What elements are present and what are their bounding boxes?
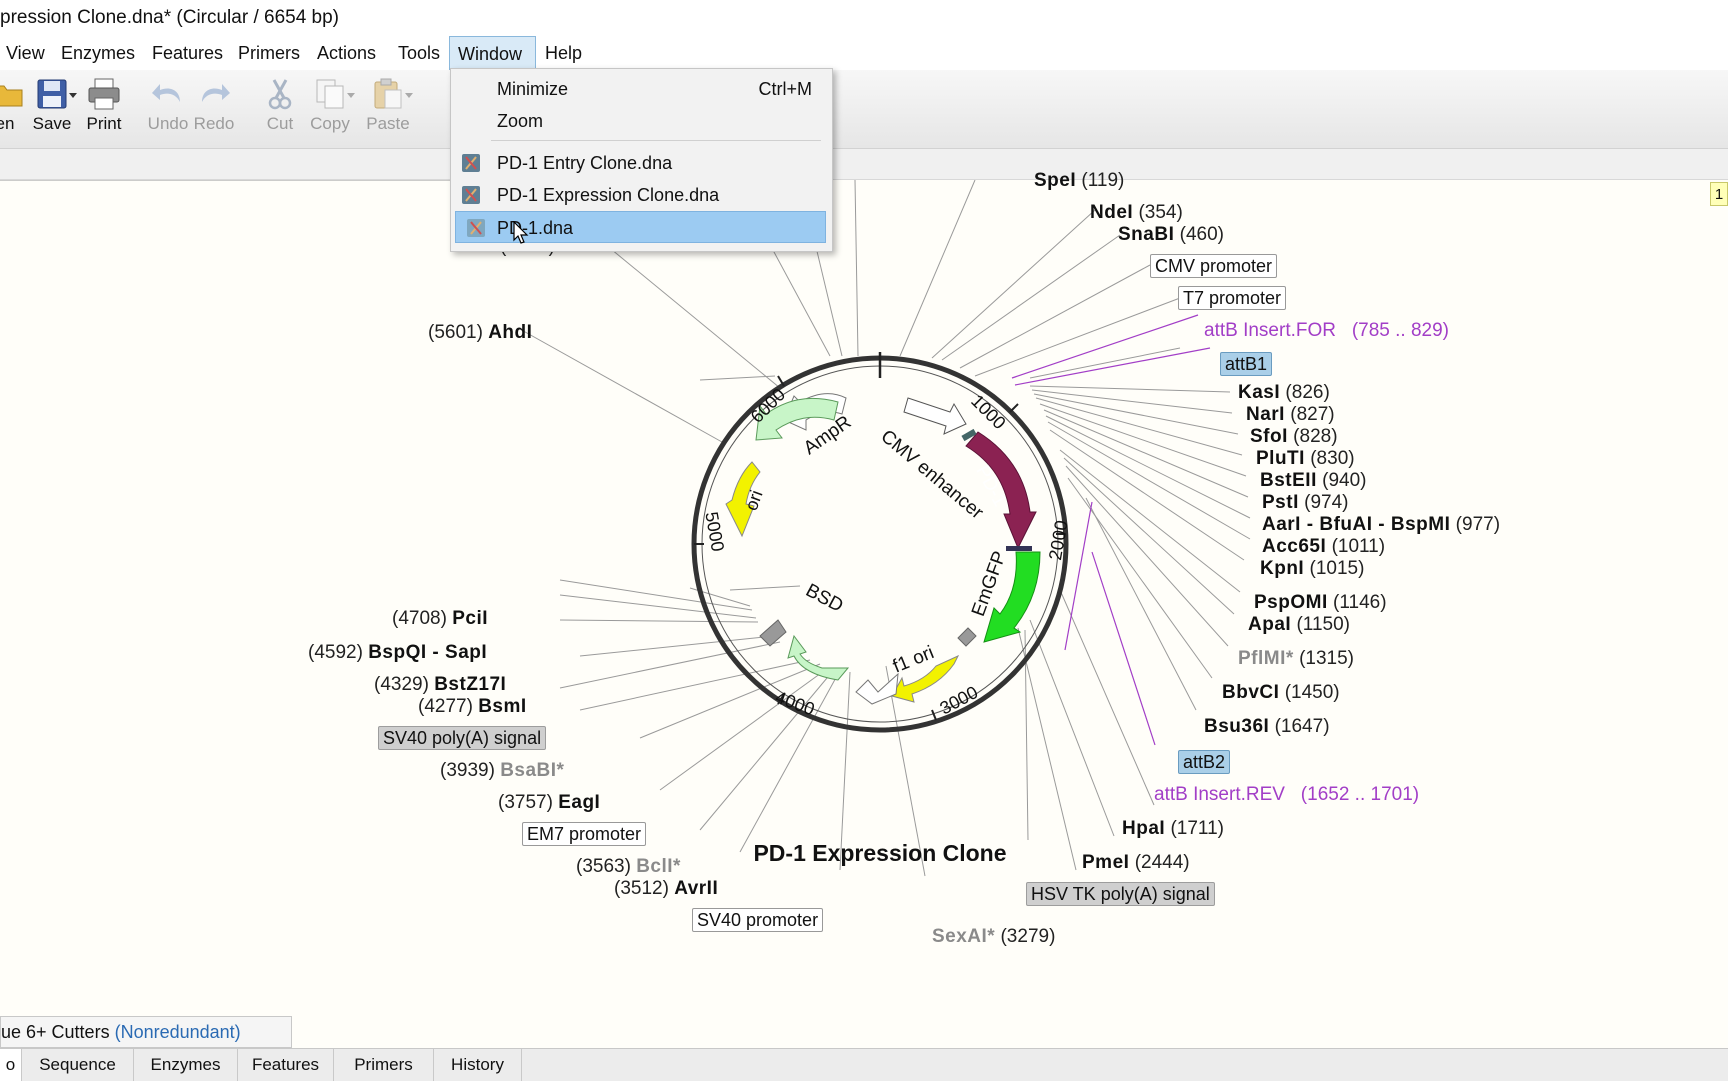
title-bar: pression Clone.dna* (Circular / 6654 bp) <box>0 0 1728 36</box>
paste-dropdown-icon[interactable] <box>404 92 414 100</box>
dna-file-icon <box>462 154 480 172</box>
paste-button[interactable]: Paste <box>364 76 412 134</box>
menu-enzymes[interactable]: Enzymes <box>53 36 143 70</box>
site-kpni[interactable]: KpnI (1015) <box>1260 558 1364 580</box>
site-bbvci[interactable]: BbvCI (1450) <box>1222 682 1340 704</box>
feature-box-attb2[interactable]: attB2 <box>1178 750 1231 774</box>
tab-map[interactable]: o <box>0 1049 22 1081</box>
feature-box-t7-promoter[interactable]: T7 promoter <box>1178 286 1287 310</box>
printer-icon <box>88 78 120 110</box>
menu-item-zoom[interactable]: Zoom <box>451 105 832 137</box>
site-pflmi[interactable]: PflMI* (1315) <box>1238 648 1354 670</box>
undo-button[interactable]: Undo <box>146 76 190 134</box>
plasmid-map[interactable] <box>0 180 1728 1048</box>
site-ahdi[interactable]: (5601) AhdI <box>428 322 532 344</box>
feature-box-hsv-tk-polya[interactable]: HSV TK poly(A) signal <box>1026 882 1215 906</box>
dna-file-icon <box>462 186 480 204</box>
menu-view[interactable]: View <box>0 36 53 70</box>
feature-hsv-box <box>957 627 977 647</box>
feature-box-attb1[interactable]: attB1 <box>1220 352 1273 376</box>
site-bstz17i[interactable]: (4329) BstZ17I <box>374 674 506 696</box>
attb2-marker <box>1006 546 1032 551</box>
copy-dropdown-icon[interactable] <box>346 92 356 100</box>
redo-button[interactable]: Redo <box>192 76 236 134</box>
map-canvas[interactable]: CMV enhancer PD-1 EmGFP f1 ori BSD ori A… <box>0 170 1728 1048</box>
feature-box-sv40-promoter[interactable]: SV40 promoter <box>692 908 824 932</box>
site-snabi[interactable]: SnaBI (460) <box>1118 224 1224 246</box>
site-pcii[interactable]: (4708) PciI <box>392 608 488 630</box>
scissors-icon <box>268 79 292 110</box>
folder-icon <box>0 85 23 107</box>
site-apai[interactable]: ApaI (1150) <box>1248 614 1350 636</box>
tab-primers[interactable]: Primers <box>334 1049 434 1081</box>
site-psti[interactable]: PstI (974) <box>1262 492 1349 514</box>
map-title: PD-1 Expression Clone <box>753 840 1007 866</box>
site-kasi[interactable]: KasI (826) <box>1238 382 1330 404</box>
site-bsteii[interactable]: BstEII (940) <box>1260 470 1367 492</box>
open-button[interactable]: en <box>0 76 23 134</box>
site-acc65i[interactable]: Acc65I (1011) <box>1262 536 1385 558</box>
menu-bar: View Enzymes Features Primers Actions To… <box>0 36 1728 70</box>
menu-window[interactable]: Window <box>449 36 536 70</box>
site-nari[interactable]: NarI (827) <box>1246 404 1335 426</box>
mouse-cursor-icon <box>513 221 529 244</box>
print-button[interactable]: Print <box>82 76 126 134</box>
feature-box-sv40-polya[interactable]: SV40 poly(A) signal <box>378 726 547 750</box>
enzyme-filter-bar[interactable]: ue 6+ Cutters (Nonredundant) <box>0 1016 292 1048</box>
site-sfoi[interactable]: SfoI (828) <box>1250 426 1338 448</box>
menu-item-pd1[interactable]: PD-1.dna <box>455 211 826 243</box>
copy-button[interactable]: Copy <box>308 76 352 134</box>
site-bsu36i[interactable]: Bsu36I (1647) <box>1204 716 1330 738</box>
feature-box-cmv-promoter[interactable]: CMV promoter <box>1150 254 1278 278</box>
site-aari-bfuai-bspmi[interactable]: AarI - BfuAI - BspMI (977) <box>1262 514 1500 536</box>
paste-icon <box>374 78 402 109</box>
redo-icon <box>202 84 230 102</box>
cut-button[interactable]: Cut <box>258 76 302 134</box>
corner-marker: 1 <box>1710 182 1728 206</box>
site-bsabi[interactable]: (3939) BsaBI* <box>440 760 564 782</box>
menu-help[interactable]: Help <box>537 36 590 70</box>
menu-primers[interactable]: Primers <box>230 36 308 70</box>
feature-f1-origin-arrow <box>855 672 899 705</box>
copy-icon <box>316 79 344 109</box>
primer-attb-insert-rev[interactable]: attB Insert.REV (1652 .. 1701) <box>1154 784 1419 806</box>
secondary-toolbar <box>0 149 1728 180</box>
enzyme-filter-mode[interactable]: (Nonredundant) <box>115 1022 241 1042</box>
menu-tools[interactable]: Tools <box>390 36 448 70</box>
tab-sequence[interactable]: Sequence <box>22 1049 134 1081</box>
site-avrii[interactable]: (3512) AvrII <box>614 878 718 900</box>
save-dropdown-icon[interactable] <box>68 92 78 100</box>
feature-em7-box <box>759 619 787 647</box>
window-title: pression Clone.dna* (Circular / 6654 bp) <box>0 7 340 28</box>
site-pluti[interactable]: PluTI (830) <box>1256 448 1355 470</box>
feature-cmv-enhancer[interactable] <box>903 397 967 435</box>
site-hpai[interactable]: HpaI (1711) <box>1122 818 1224 840</box>
menu-features[interactable]: Features <box>144 36 231 70</box>
menu-item-minimize[interactable]: Minimize Ctrl+M <box>451 73 832 105</box>
view-tabs: o Sequence Enzymes Features Primers Hist… <box>0 1048 1728 1081</box>
tab-enzymes[interactable]: Enzymes <box>134 1049 238 1081</box>
site-eagi[interactable]: (3757) EagI <box>498 792 600 814</box>
site-sexai[interactable]: SexAI* (3279) <box>932 926 1055 948</box>
tab-history[interactable]: History <box>434 1049 522 1081</box>
primer-attb-insert-for[interactable]: attB Insert.FOR (785 .. 829) <box>1204 320 1449 342</box>
menu-item-pd1-entry-clone[interactable]: PD-1 Entry Clone.dna <box>451 147 832 179</box>
toolbar: en Save Print Undo Redo Cut Copy Paste <box>0 70 1728 149</box>
save-button[interactable]: Save <box>30 76 74 134</box>
save-icon <box>37 79 67 109</box>
menu-separator <box>491 140 821 141</box>
undo-icon <box>152 84 180 102</box>
site-spei[interactable]: SpeI (119) <box>1034 170 1124 192</box>
site-bsmi[interactable]: (4277) BsmI <box>418 696 527 718</box>
window-menu-dropdown: Minimize Ctrl+M Zoom PD-1 Entry Clone.dn… <box>450 68 833 252</box>
menu-item-pd1-expression-clone[interactable]: PD-1 Expression Clone.dna <box>451 179 832 211</box>
tab-features[interactable]: Features <box>238 1049 334 1081</box>
enzyme-filter-label: ue 6+ Cutters <box>1 1022 110 1042</box>
site-bspqi-sapi[interactable]: (4592) BspQI - SapI <box>308 642 487 664</box>
menu-actions[interactable]: Actions <box>309 36 384 70</box>
site-ndei[interactable]: NdeI (354) <box>1090 202 1183 224</box>
dna-file-icon <box>467 219 485 237</box>
site-pspomi[interactable]: PspOMI (1146) <box>1254 592 1387 614</box>
minimize-shortcut: Ctrl+M <box>758 79 813 99</box>
